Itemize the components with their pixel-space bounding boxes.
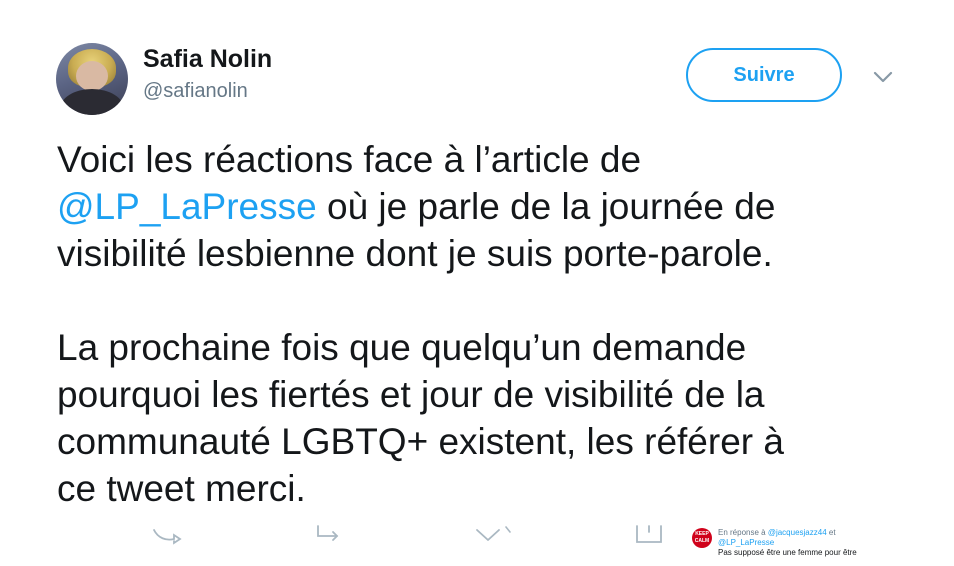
tweet-line: communauté LGBTQ+ existent, les référer …	[57, 421, 784, 462]
tweet-line: ce tweet merci.	[57, 468, 306, 509]
author-name[interactable]: Safia Nolin	[143, 45, 272, 74]
reply-context: En réponse à @jacquesjazz44 et	[718, 528, 836, 537]
mention-link[interactable]: @LP_LaPresse	[57, 186, 317, 227]
avatar[interactable]	[56, 43, 128, 115]
embedded-avatar: KEEP CALM	[692, 528, 712, 548]
reply-icon[interactable]	[152, 524, 182, 546]
follow-button[interactable]: Suivre	[686, 48, 842, 102]
tweet-line: @LP_LaPresse où je parle de la journée d…	[57, 183, 917, 230]
chevron-down-icon[interactable]	[872, 66, 894, 88]
tweet-line: La prochaine fois que quelqu’un demande	[57, 327, 747, 368]
tweet-line-rest: où je parle de la journée de	[316, 186, 776, 227]
embedded-reply-preview: En réponse à @jacquesjazz44 et @LP_LaPre…	[718, 528, 857, 557]
author-handle[interactable]: @safianolin	[143, 80, 248, 103]
tweet-text: Voici les réactions face à l’article de …	[57, 136, 917, 512]
message-icon[interactable]	[634, 524, 664, 546]
retweet-icon[interactable]	[315, 524, 347, 546]
tweet-line: pourquoi les fiertés et jour de visibili…	[57, 374, 765, 415]
tweet-line: Voici les réactions face à l’article de	[57, 139, 642, 180]
tweet-line: visibilité lesbienne dont je suis porte-…	[57, 233, 773, 274]
heart-icon[interactable]	[474, 524, 514, 546]
